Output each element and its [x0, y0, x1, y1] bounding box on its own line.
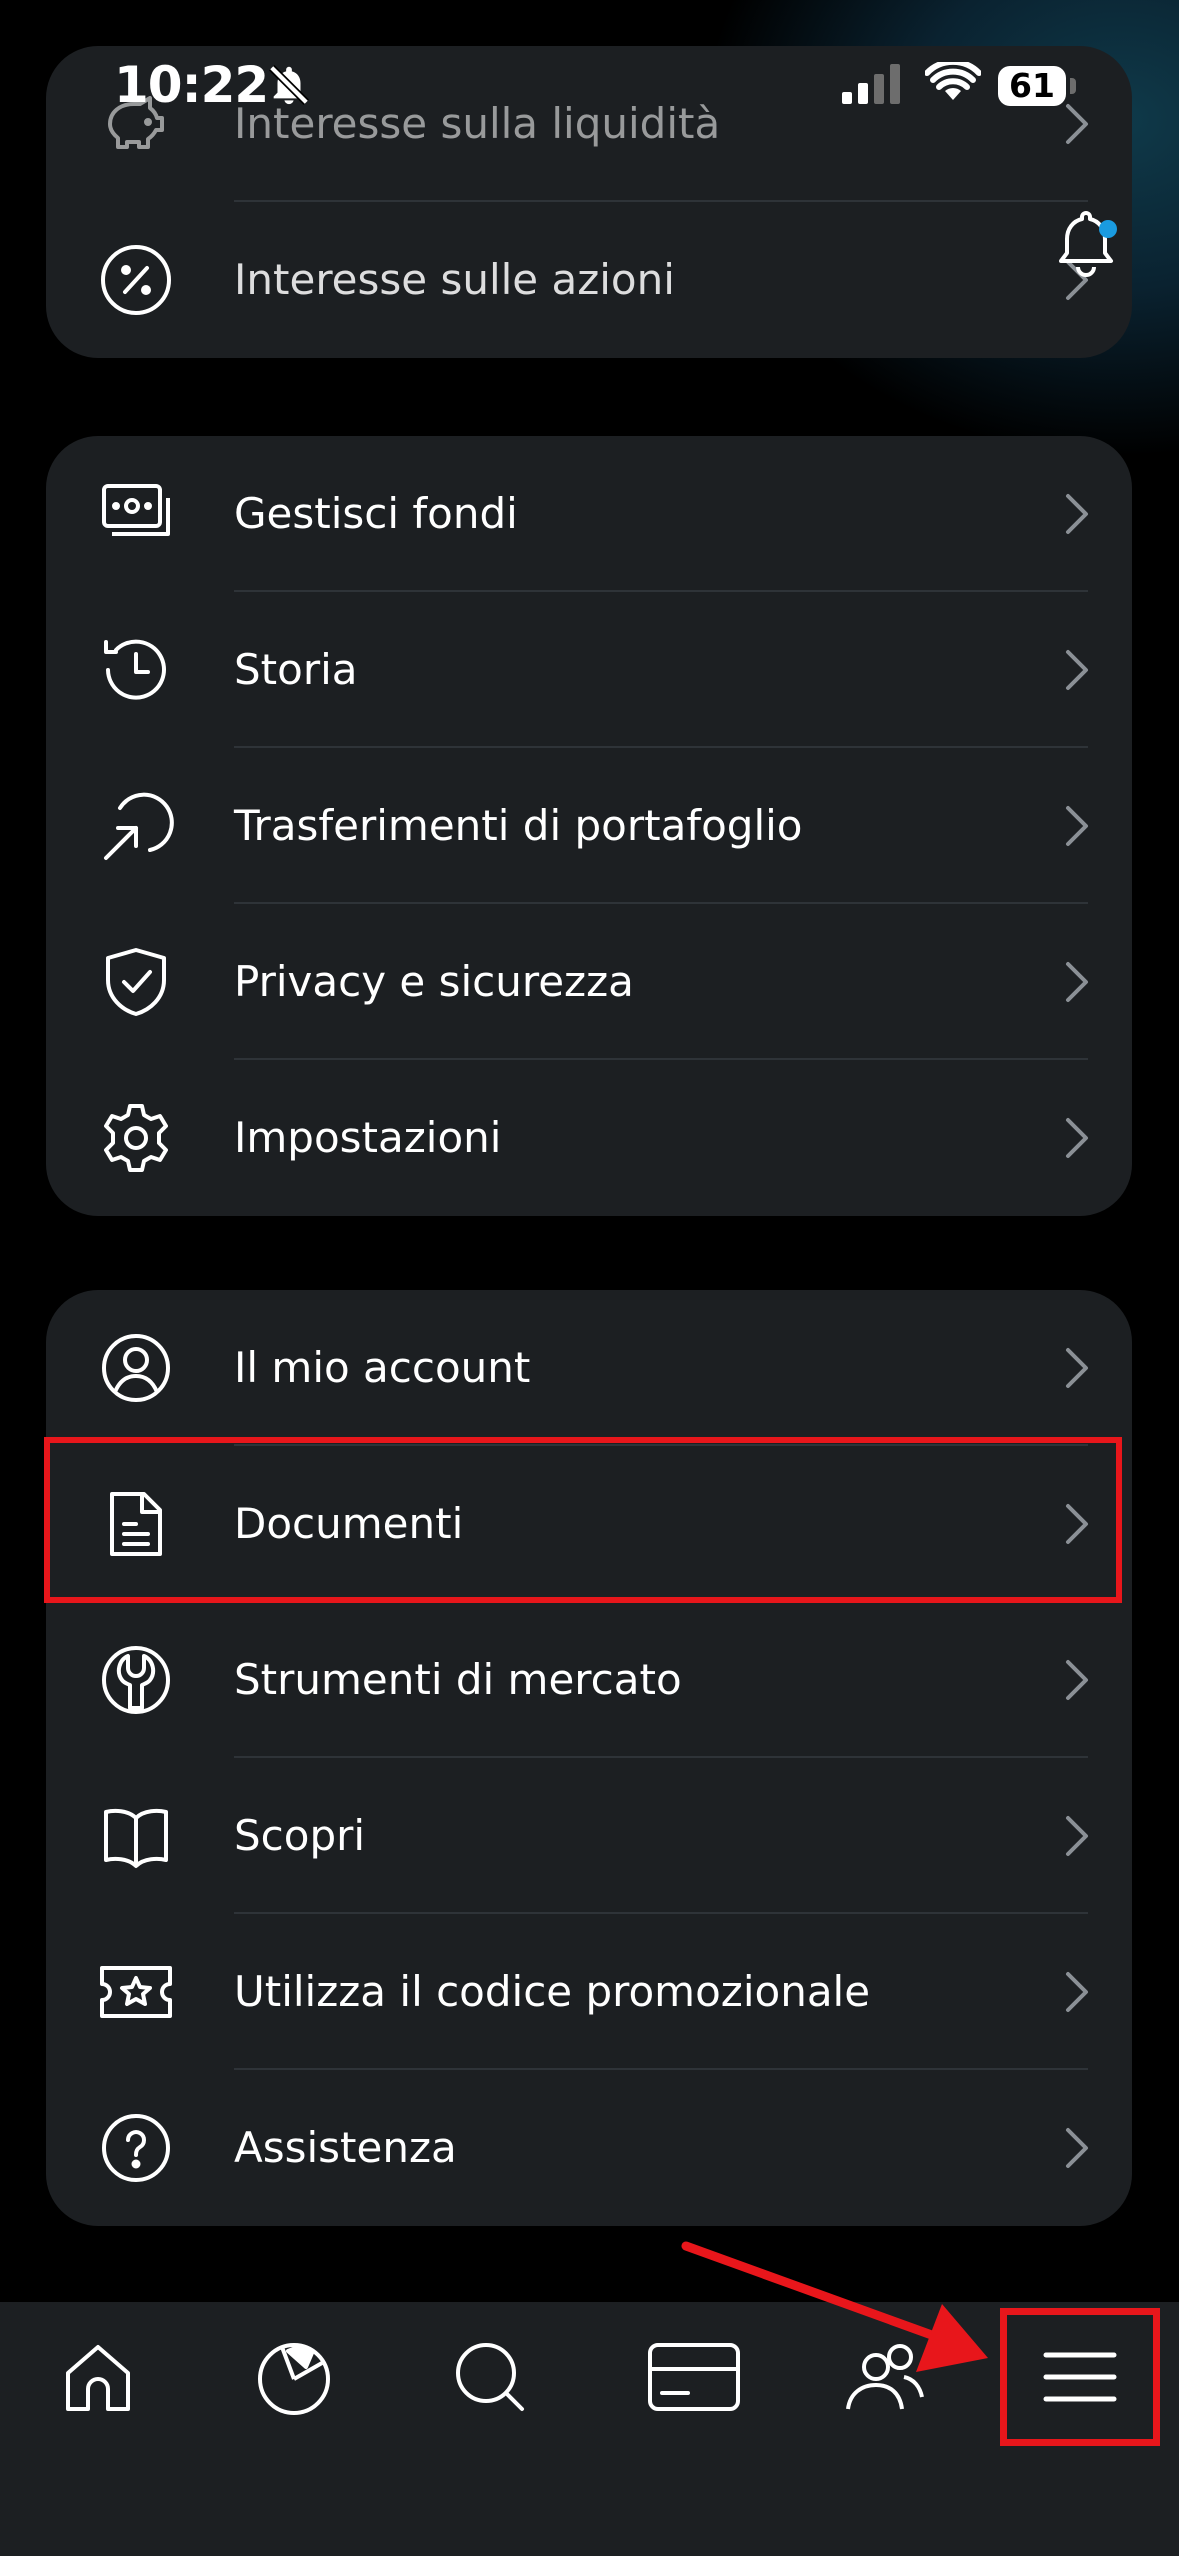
battery-indicator: 61	[998, 66, 1066, 106]
status-time: 10:22	[114, 56, 269, 114]
chevron-right-icon	[1062, 492, 1092, 540]
menu-item-scopri[interactable]: Scopri	[46, 1758, 1132, 1914]
home-icon	[66, 2345, 130, 2411]
menu-item-impostazioni[interactable]: Impostazioni	[46, 1060, 1132, 1216]
chevron-right-icon	[1062, 1116, 1092, 1164]
menu-item-label: Assistenza	[234, 2123, 457, 2172]
menu-item-label: Utilizza il codice promozionale	[234, 1967, 871, 2016]
shield-check-icon	[98, 944, 174, 1020]
menu-item-privacy-sicurezza[interactable]: Privacy e sicurezza	[46, 904, 1132, 1060]
menu-item-label: Scopri	[234, 1811, 366, 1860]
menu-card-more: Il mio account Documenti Strumenti di me…	[46, 1290, 1132, 2226]
highlight-box-menu	[1000, 2308, 1160, 2446]
silent-bell-icon	[266, 62, 312, 112]
wrench-icon	[98, 1642, 174, 1718]
chevron-right-icon	[1062, 960, 1092, 1008]
menu-item-label: Storia	[234, 645, 358, 694]
menu-item-strumenti-mercato[interactable]: Strumenti di mercato	[46, 1602, 1132, 1758]
chevron-right-icon	[1062, 1658, 1092, 1706]
tab-portfolio[interactable]	[214, 2302, 374, 2452]
user-circle-icon	[98, 1330, 174, 1406]
menu-item-label: Trasferimenti di portafoglio	[234, 801, 803, 850]
menu-item-label: Interesse sulle azioni	[234, 255, 675, 304]
chevron-right-icon	[1062, 648, 1092, 696]
menu-item-label: Gestisci fondi	[234, 489, 518, 538]
menu-item-label: Privacy e sicurezza	[234, 957, 634, 1006]
book-icon	[98, 1798, 174, 1874]
menu-item-il-mio-account[interactable]: Il mio account	[46, 1290, 1132, 1446]
tab-search[interactable]	[410, 2302, 570, 2452]
notification-bell-icon[interactable]	[1052, 205, 1124, 285]
percent-icon	[98, 242, 174, 318]
chevron-right-icon	[1062, 1970, 1092, 2018]
banknote-icon	[98, 476, 174, 552]
menu-item-gestisci-fondi[interactable]: Gestisci fondi	[46, 436, 1132, 592]
battery-tip	[1070, 78, 1076, 94]
menu-item-interesse-azioni[interactable]: Interesse sulle azioni	[46, 202, 1132, 358]
pie-chart-icon	[258, 2343, 330, 2415]
chevron-right-icon	[1062, 2126, 1092, 2174]
chevron-right-icon	[1062, 804, 1092, 852]
menu-item-label: Impostazioni	[234, 1113, 502, 1162]
highlight-box-documenti	[44, 1437, 1122, 1603]
chevron-right-icon	[1062, 1346, 1092, 1394]
gear-icon	[98, 1100, 174, 1176]
menu-item-assistenza[interactable]: Assistenza	[46, 2070, 1132, 2226]
wifi-icon	[924, 58, 982, 108]
history-clock-icon	[98, 632, 174, 708]
ticket-star-icon	[98, 1954, 174, 2030]
menu-item-storia[interactable]: Storia	[46, 592, 1132, 748]
annotation-arrow-icon	[670, 2220, 1010, 2384]
transfer-arrow-icon	[98, 788, 174, 864]
tab-home[interactable]	[18, 2302, 178, 2452]
menu-item-trasferimenti[interactable]: Trasferimenti di portafoglio	[46, 748, 1132, 904]
cellular-signal-icon	[842, 64, 902, 108]
search-icon	[456, 2343, 524, 2411]
menu-item-codice-promozionale[interactable]: Utilizza il codice promozionale	[46, 1914, 1132, 2070]
chevron-right-icon	[1062, 1814, 1092, 1862]
help-circle-icon	[98, 2110, 174, 2186]
status-bar: 10:22 61	[0, 0, 1179, 150]
menu-item-label: Strumenti di mercato	[234, 1655, 682, 1704]
menu-item-label: Il mio account	[234, 1343, 531, 1392]
menu-card-account-actions: Gestisci fondi Storia Trasferimenti di p…	[46, 436, 1132, 1216]
